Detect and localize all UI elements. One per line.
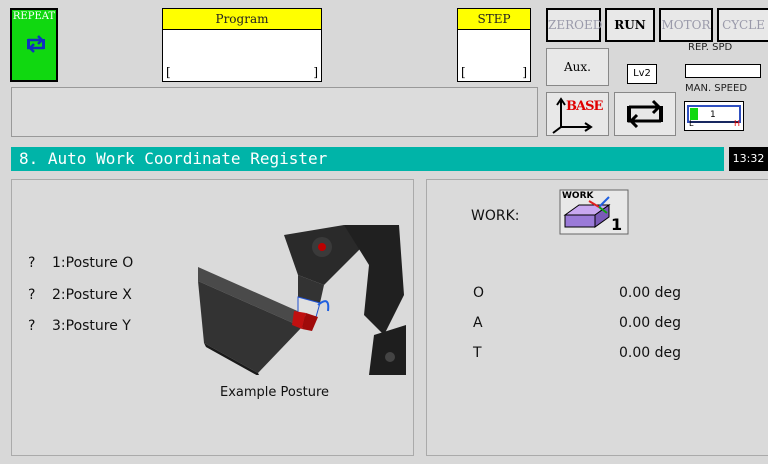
posture-label: 2:Posture X bbox=[52, 287, 132, 303]
work-number: 1 bbox=[611, 215, 623, 234]
speed-value: 1 bbox=[710, 110, 716, 120]
axis-o-value: 0.00 deg bbox=[619, 285, 682, 301]
program-bracket-open: [ bbox=[166, 65, 171, 79]
step-header: STEP bbox=[458, 9, 530, 30]
axis-a-value: 0.00 deg bbox=[619, 315, 682, 331]
step-bracket-close: ] bbox=[522, 65, 527, 79]
posture-item[interactable]: ? 3:Posture Y bbox=[28, 318, 131, 334]
work-values-panel: WORK: WORK 1 O 0.00 deg A 0.00 deg T 0.0… bbox=[426, 179, 768, 456]
work-label: WORK: bbox=[471, 208, 520, 224]
work-coordinate-button[interactable]: WORK 1 bbox=[559, 189, 629, 235]
axis-a-label: A bbox=[473, 315, 483, 331]
posture-item[interactable]: ? 2:Posture X bbox=[28, 287, 132, 303]
robot-posture-illustration bbox=[194, 225, 406, 375]
base-label: BASE bbox=[566, 99, 603, 114]
axis-o-label: O bbox=[473, 285, 485, 301]
run-button[interactable]: RUN bbox=[605, 8, 655, 42]
cycle-button[interactable]: CYCLE bbox=[717, 8, 768, 42]
aux-button[interactable]: Aux. bbox=[546, 48, 609, 86]
posture-status: ? bbox=[28, 318, 36, 334]
motor-button[interactable]: MOTOR bbox=[659, 8, 713, 42]
manual-speed-gauge[interactable]: L 1 H bbox=[684, 101, 744, 131]
posture-item[interactable]: ? 1:Posture O bbox=[28, 255, 133, 271]
rep-speed-label: REP. SPD bbox=[688, 42, 733, 53]
level-indicator: Lv2 bbox=[627, 64, 657, 84]
posture-label: 3:Posture Y bbox=[52, 318, 131, 334]
repeat-mode-button[interactable]: REPEAT bbox=[10, 8, 58, 82]
zeroed-button[interactable]: ZEROED bbox=[546, 8, 602, 42]
repeat-label: REPEAT bbox=[12, 11, 56, 22]
speed-high-label: H bbox=[734, 119, 741, 128]
message-bar bbox=[11, 87, 538, 137]
posture-status: ? bbox=[28, 255, 36, 271]
program-header: Program bbox=[163, 9, 321, 30]
interpolation-button[interactable] bbox=[614, 92, 676, 136]
axis-t-value: 0.00 deg bbox=[619, 345, 682, 361]
cycle-arrows-icon bbox=[26, 35, 46, 53]
posture-panel: ? 1:Posture O ? 2:Posture X ? 3:Posture Y E… bbox=[11, 179, 414, 456]
program-field[interactable]: Program [ ] bbox=[162, 8, 322, 82]
page-title: 8. Auto Work Coordinate Register bbox=[11, 147, 724, 171]
clock: 13:32 bbox=[729, 147, 768, 171]
step-field[interactable]: STEP [ ] bbox=[457, 8, 531, 82]
rep-speed-field bbox=[685, 64, 761, 78]
speed-low-label: L bbox=[689, 119, 694, 128]
example-posture-caption: Example Posture bbox=[220, 385, 330, 400]
manual-speed-label: MAN. SPEED bbox=[685, 83, 748, 94]
cycle-arrows-icon bbox=[627, 99, 663, 129]
step-bracket-open: [ bbox=[461, 65, 466, 79]
axis-t-label: T bbox=[473, 345, 482, 361]
base-coordinate-button[interactable]: BASE bbox=[546, 92, 609, 136]
work-icon-text: WORK bbox=[562, 191, 594, 201]
posture-label: 1:Posture O bbox=[52, 255, 134, 271]
program-bracket-close: ] bbox=[313, 65, 318, 79]
posture-status: ? bbox=[28, 287, 36, 303]
